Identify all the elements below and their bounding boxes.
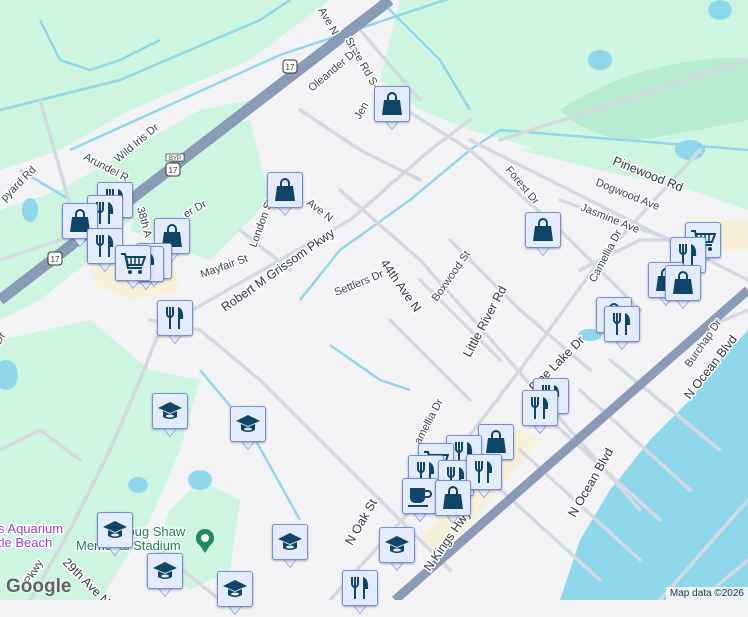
map-attribution[interactable]: Map data ©2026 [665, 587, 748, 600]
shopping-icon [665, 265, 701, 301]
school-icon [97, 512, 133, 548]
svg-text:BYP: BYP [169, 156, 181, 162]
marker-school[interactable] [272, 524, 308, 570]
label-aquarium: s Aquarium [0, 521, 63, 536]
school-icon [152, 393, 188, 429]
us17-shield: 17 [282, 59, 298, 74]
marker-school[interactable] [230, 406, 266, 452]
shopping-icon [374, 86, 410, 122]
school-icon [147, 553, 183, 589]
shopping-icon [525, 212, 561, 248]
shopping-icon [267, 172, 303, 208]
label-aquarium-2: tle Beach [0, 535, 52, 550]
marker-grocery[interactable] [115, 245, 151, 291]
marker-restaurant[interactable] [157, 300, 193, 346]
restaurant-icon [466, 454, 502, 490]
restaurant-icon [157, 300, 193, 336]
restaurant-icon [604, 306, 640, 342]
marker-cafe[interactable] [402, 478, 438, 524]
marker-shopping[interactable] [665, 265, 701, 311]
marker-school[interactable] [152, 393, 188, 439]
marker-school[interactable] [379, 527, 415, 573]
restaurant-icon [522, 390, 558, 426]
school-icon [379, 527, 415, 563]
marker-restaurant[interactable] [342, 570, 378, 616]
grocery-icon [115, 245, 151, 281]
svg-text:17: 17 [51, 255, 60, 264]
school-icon [230, 406, 266, 442]
shopping-icon [435, 480, 471, 516]
marker-shopping[interactable] [435, 480, 471, 526]
svg-text:17: 17 [169, 166, 178, 175]
marker-school[interactable] [97, 512, 133, 558]
school-icon [217, 571, 253, 607]
us17-shield: 17 [47, 251, 63, 266]
marker-restaurant[interactable] [522, 390, 558, 436]
marker-shopping[interactable] [374, 86, 410, 132]
cafe-icon [402, 478, 438, 514]
marker-school[interactable] [147, 553, 183, 599]
marker-restaurant[interactable] [604, 306, 640, 352]
school-icon [272, 524, 308, 560]
marker-school[interactable] [217, 571, 253, 617]
svg-text:17: 17 [286, 63, 295, 72]
marker-shopping[interactable] [267, 172, 303, 218]
restaurant-icon [342, 570, 378, 606]
google-logo: Google [6, 576, 72, 597]
marker-shopping[interactable] [525, 212, 561, 258]
marker-restaurant[interactable] [466, 454, 502, 500]
